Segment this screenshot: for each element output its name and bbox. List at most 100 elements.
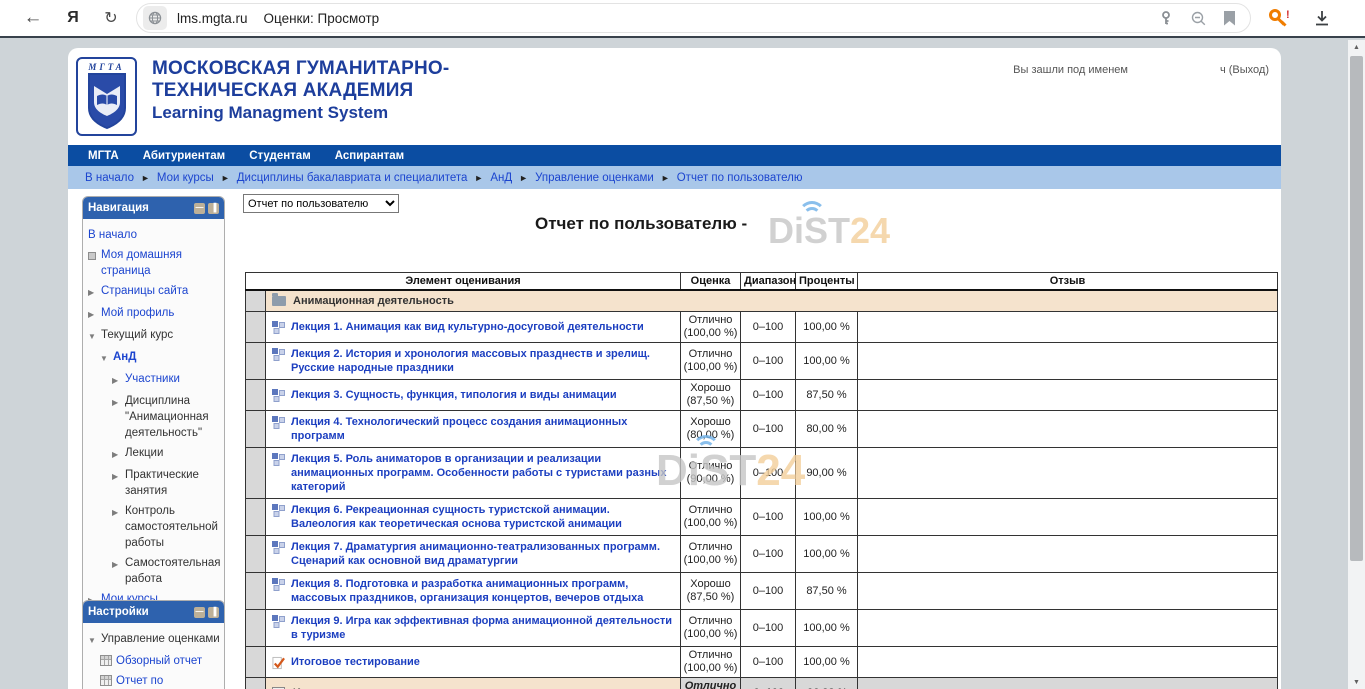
range-cell: 0–100 <box>741 499 796 536</box>
sidebar-item: ▶Мой профиль <box>86 303 221 325</box>
scrollbar-thumb[interactable] <box>1350 56 1363 561</box>
page-scrollbar[interactable]: ▲ ▼ <box>1348 40 1365 689</box>
sidebar-item-label[interactable]: Мой профиль <box>101 305 174 321</box>
sidebar-item-label: Дисциплина "Анимационная деятельность" <box>125 393 221 441</box>
breadcrumb-link[interactable]: Дисциплины бакалавриата и специалитета <box>237 172 468 184</box>
range-cell: 0–100 <box>741 448 796 499</box>
address-bar[interactable]: lms.mgta.ru Оценки: Просмотр <box>136 3 1251 33</box>
grade-item-link[interactable]: Лекция 8. Подготовка и разработка анимац… <box>291 577 674 605</box>
collapse-triangle-icon[interactable]: ▼ <box>88 633 97 649</box>
category-name: Анимационная деятельность <box>293 295 454 307</box>
lesson-icon <box>272 389 285 402</box>
breadcrumb-link[interactable]: Мои курсы <box>157 172 214 184</box>
bookmark-icon[interactable] <box>1223 11 1236 26</box>
range-cell: 0–100 <box>741 573 796 610</box>
element-cell: Лекция 1. Анимация как вид культурно-дос… <box>266 312 681 343</box>
key-icon[interactable] <box>1158 10 1174 26</box>
report-title: Отчет по пользователю - <box>535 214 747 234</box>
grade-item-link[interactable]: Лекция 2. История и хронология массовых … <box>291 347 674 375</box>
sidebar-item-label[interactable]: Обзорный отчет <box>116 653 202 669</box>
grade-row: Лекция 1. Анимация как вид культурно-дос… <box>246 312 1278 343</box>
grade-cell: Отлично(100,00 %) <box>681 647 741 678</box>
grade-item-link[interactable]: Лекция 7. Драматургия анимационно-театра… <box>291 540 674 568</box>
grade-value: Отлично <box>683 314 738 327</box>
grade-item-link[interactable]: Лекция 9. Игра как эффективная форма ани… <box>291 614 674 642</box>
expand-triangle-icon[interactable]: ▶ <box>88 285 97 301</box>
page-title-text: Оценки: Просмотр <box>264 11 1158 26</box>
sidebar-item: Отчет по пользователю <box>86 671 221 689</box>
feedback-cell <box>858 610 1278 647</box>
grade-item-link[interactable]: Лекция 4. Технологический процесс создан… <box>291 415 674 443</box>
column-header: Диапазон <box>741 273 796 291</box>
globe-icon <box>148 11 162 25</box>
nav-item[interactable]: Аспирантам <box>335 150 404 162</box>
range-cell: 0–100 <box>741 343 796 380</box>
grade-item-link[interactable]: Лекция 6. Рекреационная сущность туристс… <box>291 503 674 531</box>
sidebar-item-label: Контроль самостоятельной работы <box>125 503 221 551</box>
download-icon[interactable] <box>1313 9 1331 27</box>
settings-block-title: Настройки <box>88 606 191 618</box>
expand-triangle-icon[interactable]: ▶ <box>112 557 121 573</box>
yandex-button[interactable]: Я <box>60 9 86 27</box>
grade-item-link[interactable]: Лекция 3. Сущность, функция, типология и… <box>291 388 617 402</box>
grade-percent: (90,00 %) <box>683 473 738 486</box>
expand-triangle-icon[interactable]: ▶ <box>88 307 97 323</box>
report-type-select[interactable]: Отчет по пользователю <box>243 194 399 213</box>
sidebar-item-label[interactable]: Моя домашняя страница <box>101 247 221 279</box>
indent-cell <box>246 448 266 499</box>
grade-item-link[interactable]: Лекция 1. Анимация как вид культурно-дос… <box>291 320 644 334</box>
element-cell: Лекция 5. Роль аниматоров в организации … <box>266 448 681 499</box>
sidebar-item-label[interactable]: АнД <box>113 349 136 365</box>
sidebar-item: ▶Практические занятия <box>86 465 221 501</box>
expand-triangle-icon[interactable]: ▶ <box>112 395 121 411</box>
grade-value: Отлично <box>683 680 738 689</box>
breadcrumb-link[interactable]: Управление оценками <box>535 172 654 184</box>
percent-cell: 100,00 % <box>796 647 858 678</box>
url-text[interactable]: lms.mgta.ru <box>177 11 248 26</box>
grade-cell: Отлично(96,38 %) <box>681 678 741 689</box>
sidebar-item-label: Лекции <box>125 445 163 461</box>
search-zoom-icon[interactable] <box>1190 10 1207 27</box>
sidebar-item-label[interactable]: В начало <box>88 227 137 243</box>
scroll-down-arrow[interactable]: ▼ <box>1348 675 1365 689</box>
percent-cell: 100,00 % <box>796 312 858 343</box>
grade-item-link[interactable]: Лекция 5. Роль аниматоров в организации … <box>291 452 674 494</box>
grade-value: Отлично <box>683 504 738 517</box>
breadcrumb-link[interactable]: АнД <box>490 172 512 184</box>
expand-triangle-icon[interactable]: ▶ <box>112 447 121 463</box>
grade-item-link[interactable]: Итоговое тестирование <box>291 655 420 669</box>
sidebar-item: ▶Участники <box>86 369 221 391</box>
grade-row: Лекция 9. Игра как эффективная форма ани… <box>246 610 1278 647</box>
dock-block-icon[interactable]: ▐ <box>208 607 219 618</box>
logout-link[interactable]: ч (Выход) <box>1220 64 1269 76</box>
reload-button[interactable]: ↻ <box>98 8 124 28</box>
percent-cell: 80,00 % <box>796 411 858 448</box>
sidebar-item-label[interactable]: Участники <box>125 371 180 387</box>
feedback-cell <box>858 678 1278 689</box>
sidebar-item-label[interactable]: Отчет по пользователю <box>116 673 221 689</box>
grade-value: Хорошо <box>683 382 738 395</box>
sidebar-item-label[interactable]: Страницы сайта <box>101 283 188 299</box>
collapse-triangle-icon[interactable]: ▼ <box>100 351 109 367</box>
expand-triangle-icon[interactable]: ▶ <box>112 373 121 389</box>
nav-item[interactable]: МГТА <box>88 150 119 162</box>
breadcrumb-link[interactable]: В начало <box>85 172 134 184</box>
feedback-cell <box>858 536 1278 573</box>
password-alert-icon[interactable]: ! <box>1267 8 1291 28</box>
nav-item[interactable]: Студентам <box>249 150 311 162</box>
scroll-up-arrow[interactable]: ▲ <box>1348 40 1365 54</box>
nav-item[interactable]: Абитуриентам <box>143 150 225 162</box>
dock-block-icon[interactable]: ▐ <box>208 203 219 214</box>
settings-block: Настройки — ▐ ▼Управление оценкамиОбзорн… <box>82 600 225 689</box>
academy-line1: МОСКОВСКАЯ ГУМАНИТАРНО- <box>152 58 449 80</box>
expand-triangle-icon[interactable]: ▶ <box>112 469 121 485</box>
grade-value: Отлично <box>683 649 738 662</box>
collapse-triangle-icon[interactable]: ▼ <box>88 329 97 345</box>
back-button[interactable]: ← <box>20 7 46 29</box>
grade-cell: Отлично(100,00 %) <box>681 343 741 380</box>
expand-triangle-icon[interactable]: ▶ <box>112 505 121 521</box>
collapse-block-icon[interactable]: — <box>194 607 205 618</box>
collapse-block-icon[interactable]: — <box>194 203 205 214</box>
breadcrumb-link[interactable]: Отчет по пользователю <box>677 172 803 184</box>
grade-percent: (100,00 %) <box>683 628 738 641</box>
